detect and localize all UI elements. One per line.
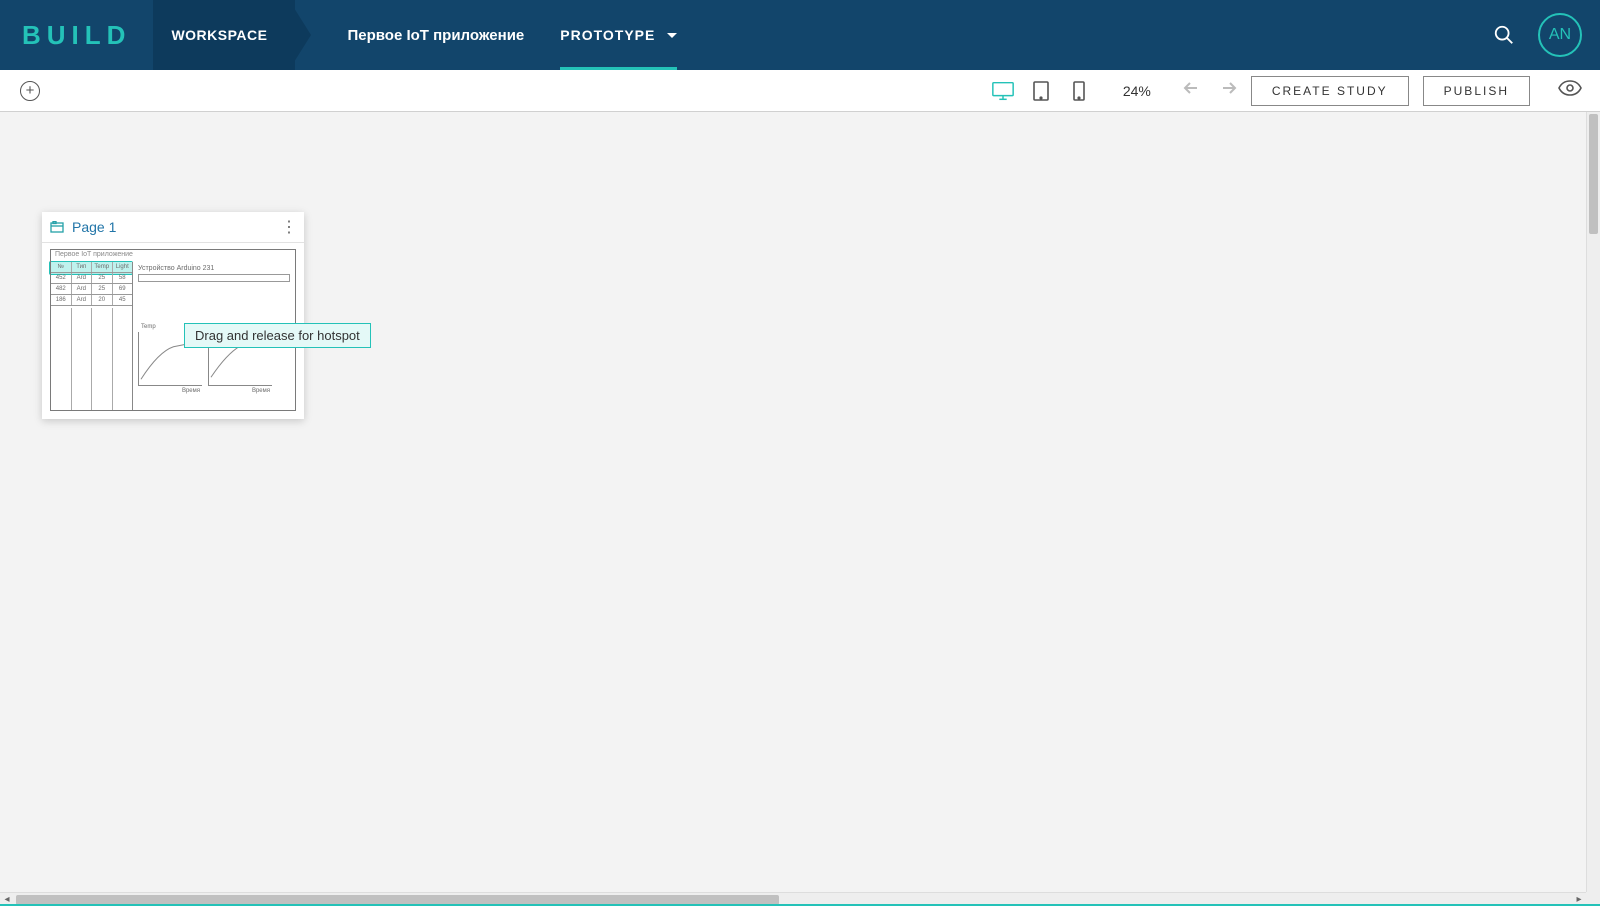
page-card[interactable]: Page 1 ⋮ Первое IoT приложение № Тип Tem… [42, 212, 304, 419]
create-study-button[interactable]: CREATE STUDY [1251, 76, 1409, 106]
device-switcher [991, 81, 1091, 101]
nav-prototype-label: PROTOTYPE [560, 27, 655, 43]
toolbar: + 24% CREATE STUDY PUBLISH [0, 70, 1600, 112]
chevron-down-icon[interactable] [667, 33, 677, 38]
breadcrumb-chevron-icon [289, 0, 311, 70]
device-phone-icon[interactable] [1067, 81, 1091, 101]
preview-icon[interactable] [1558, 80, 1580, 101]
page-thumbnail[interactable]: Первое IoT приложение № Тип Temp Light 4… [42, 243, 304, 419]
canvas[interactable]: Page 1 ⋮ Первое IoT приложение № Тип Tem… [0, 112, 1600, 906]
nav-project-title[interactable]: Первое IoT приложение [311, 27, 560, 44]
user-avatar[interactable]: AN [1538, 13, 1582, 57]
page-menu-icon[interactable]: ⋮ [281, 217, 296, 237]
device-desktop-icon[interactable] [991, 81, 1015, 101]
vertical-scrollbar[interactable] [1586, 112, 1600, 892]
top-nav: BUILD WORKSPACE Первое IoT приложение PR… [0, 0, 1600, 70]
app-logo[interactable]: BUILD [0, 20, 153, 51]
sketch-title: Первое IoT приложение [55, 251, 133, 258]
redo-button[interactable] [1217, 80, 1237, 101]
zoom-level[interactable]: 24% [1123, 83, 1151, 99]
search-icon[interactable] [1492, 23, 1516, 47]
vertical-scroll-thumb[interactable] [1589, 114, 1598, 234]
page-header: Page 1 ⋮ [42, 212, 304, 243]
nav-prototype-tab[interactable]: PROTOTYPE [560, 0, 677, 70]
device-tablet-icon[interactable] [1029, 81, 1053, 101]
sketch-table: № Тип Temp Light 452 Ard 25 58 482 [51, 262, 133, 410]
publish-button[interactable]: PUBLISH [1423, 76, 1530, 106]
undo-button[interactable] [1183, 80, 1203, 101]
page-title[interactable]: Page 1 [72, 219, 273, 235]
hotspot-tooltip: Drag and release for hotspot [184, 323, 371, 348]
page-icon [50, 221, 64, 233]
nav-workspace[interactable]: WORKSPACE [153, 0, 295, 70]
add-page-button[interactable]: + [20, 81, 40, 101]
